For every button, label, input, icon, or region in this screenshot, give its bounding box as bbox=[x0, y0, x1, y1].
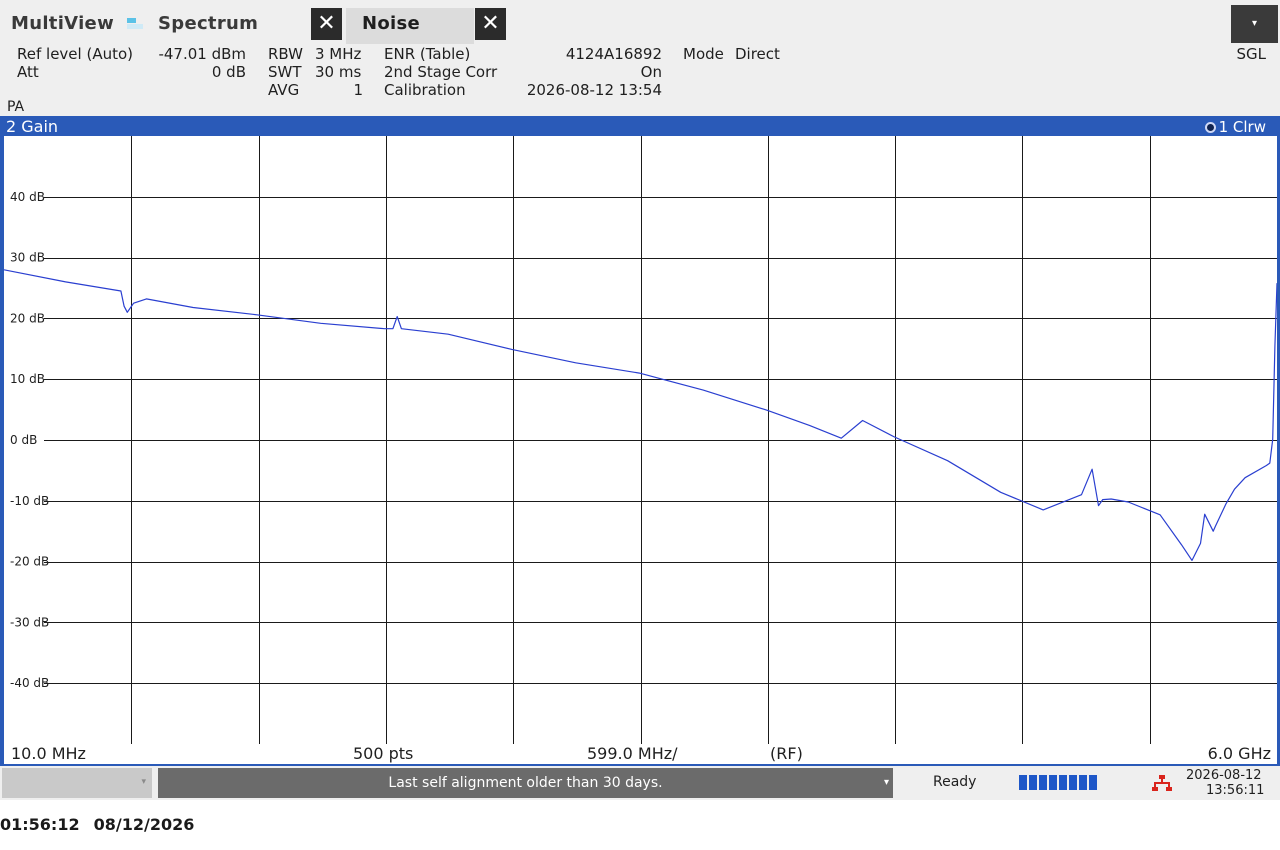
message-chevron-down-icon: ▾ bbox=[883, 777, 889, 788]
att-value: 0 dB bbox=[211, 63, 246, 81]
ready-status: Ready bbox=[933, 774, 977, 790]
rbw-value: 3 MHz bbox=[315, 45, 362, 63]
rbw-label: RBW bbox=[268, 45, 304, 63]
timestamp-date: 08/12/2026 bbox=[93, 815, 195, 834]
diagram-title: 2 Gain bbox=[6, 117, 59, 136]
stage-corr-value: On bbox=[640, 63, 662, 81]
calibration-label: Calibration bbox=[384, 81, 466, 99]
network-icon[interactable] bbox=[1152, 775, 1172, 791]
y-tick-labels: 40 dB 30 dB 20 dB 10 dB 0 dB -10 dB -20 dB -30 … bbox=[10, 190, 49, 690]
mode-label: Mode bbox=[683, 45, 724, 63]
status-bar: ▾ Last self alignment older than 30 days… bbox=[0, 766, 1280, 800]
y-tick-label: 10 dB bbox=[10, 372, 45, 386]
enr-label: ENR (Table) bbox=[384, 45, 471, 63]
y-tick-label: 20 dB bbox=[10, 311, 45, 325]
gain-chart: 40 dB 30 dB 20 dB 10 dB 0 dB -10 dB -20 dB -30 … bbox=[4, 136, 1277, 744]
start-frequency: 10.0 MHz bbox=[11, 744, 86, 763]
y-tick-label: 40 dB bbox=[10, 190, 45, 204]
span-per-division: 599.0 MHz/ bbox=[587, 744, 678, 763]
timestamp-time: 01:56:12 bbox=[0, 815, 80, 834]
selector-chevron-down-icon: ▾ bbox=[141, 777, 146, 787]
avg-label: AVG bbox=[268, 81, 300, 99]
swt-label: SWT bbox=[268, 63, 302, 81]
status-selector[interactable]: ▾ bbox=[2, 768, 152, 798]
sgl-indicator: SGL bbox=[1236, 45, 1266, 63]
tab-noise-label: Noise bbox=[362, 13, 421, 34]
swt-value: 30 ms bbox=[315, 63, 362, 81]
ref-level-label: Ref level (Auto) bbox=[17, 45, 133, 63]
avg-value: 1 bbox=[353, 81, 363, 99]
trace-info: 1 Clrw bbox=[1204, 118, 1266, 136]
stop-frequency: 6.0 GHz bbox=[1207, 744, 1271, 763]
screenshot-timestamp: 01:56:12 08/12/2026 bbox=[0, 815, 208, 834]
status-message-dropdown[interactable]: Last self alignment older than 30 days. … bbox=[158, 768, 893, 798]
tab-multiview[interactable]: MultiView bbox=[11, 13, 114, 34]
enr-value: 4124A16892 bbox=[565, 45, 662, 63]
sweep-points: 500 pts bbox=[353, 744, 414, 763]
calibration-value: 2026-08-12 13:54 bbox=[526, 81, 662, 99]
mode-value: Direct bbox=[735, 45, 780, 63]
gain-diagram[interactable]: 2 Gain 1 Clrw 40 dB 30 dB 20 dB 10 dB 0 dB -1… bbox=[0, 116, 1280, 766]
y-tick-label: 0 dB bbox=[10, 433, 37, 447]
trace-group bbox=[4, 269, 1277, 561]
tab-bar: MultiView Spectrum ✕ Noise ✕ ▾ bbox=[0, 0, 1280, 44]
y-tick-label: -20 dB bbox=[10, 555, 49, 569]
status-date: 2026-08-12 bbox=[1186, 768, 1262, 783]
tab-spectrum[interactable]: Spectrum bbox=[158, 13, 258, 34]
y-tick-label: -10 dB bbox=[10, 494, 49, 508]
y-tick-label: -30 dB bbox=[10, 615, 49, 629]
spectrum-channel-icon bbox=[127, 18, 143, 29]
gain-trace-line bbox=[4, 269, 1277, 561]
settings-header: Ref level (Auto) -47.01 dBm Att 0 dB RBW… bbox=[0, 44, 1280, 116]
tab-noise[interactable]: Noise bbox=[346, 8, 474, 44]
trace-indicator-icon bbox=[1204, 122, 1216, 133]
close-spectrum-icon[interactable]: ✕ bbox=[311, 8, 342, 40]
y-tick-label: 30 dB bbox=[10, 251, 45, 265]
close-noise-icon[interactable]: ✕ bbox=[475, 8, 506, 40]
plot-area[interactable]: 40 dB 30 dB 20 dB 10 dB 0 dB -10 dB -20 dB -30 … bbox=[4, 136, 1277, 744]
status-message: Last self alignment older than 30 days. bbox=[388, 775, 663, 791]
att-label: Att bbox=[17, 63, 39, 81]
rf-indicator: (RF) bbox=[770, 744, 803, 763]
progress-bar bbox=[1019, 775, 1099, 790]
y-tick-label: -40 dB bbox=[10, 676, 49, 690]
status-time: 13:56:11 bbox=[1206, 783, 1265, 798]
pa-indicator: PA bbox=[7, 99, 25, 115]
x-axis-footer: 10.0 MHz 500 pts 599.0 MHz/ (RF) 6.0 GHz bbox=[4, 744, 1277, 764]
grid-lines bbox=[44, 136, 1277, 744]
ref-level-value: -47.01 dBm bbox=[158, 45, 246, 63]
trace-label: 1 Clrw bbox=[1218, 118, 1266, 136]
menu-dropdown-icon[interactable]: ▾ bbox=[1231, 5, 1278, 43]
stage-corr-label: 2nd Stage Corr bbox=[384, 63, 498, 81]
